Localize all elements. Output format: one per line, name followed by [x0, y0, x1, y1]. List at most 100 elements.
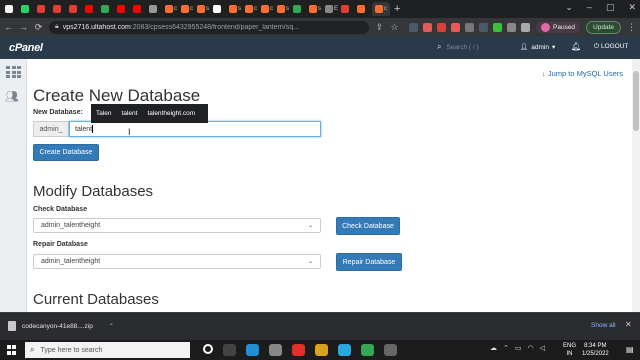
chevron-up-icon[interactable]: ⌃	[109, 323, 114, 330]
browser-tab[interactable]	[20, 2, 35, 16]
caret-down-icon: ▾	[551, 44, 556, 51]
app-icon[interactable]	[338, 344, 351, 356]
task-view-icon[interactable]	[223, 344, 236, 356]
browser-tab[interactable]	[68, 2, 83, 16]
update-button[interactable]: Update	[586, 20, 622, 34]
tab-favicon-icon	[37, 5, 45, 13]
browser-tab[interactable]	[100, 2, 115, 16]
edge-icon[interactable]	[246, 344, 259, 356]
windows-start-icon[interactable]	[7, 345, 17, 355]
browser-tab[interactable]: c	[164, 2, 179, 16]
new-database-input[interactable]: talent	[69, 121, 321, 137]
browser-tab[interactable]: s	[196, 2, 211, 16]
system-tray: ☁ ⌃ ▭ ◠ ◁	[490, 344, 545, 352]
new-tab-button[interactable]: +	[394, 3, 400, 15]
repair-database-select[interactable]: admin_talentheight ⌄	[33, 254, 321, 269]
browser-tab[interactable]	[356, 2, 371, 16]
download-item[interactable]: codecanyon-41e88....zip ⌃	[8, 321, 114, 331]
forward-icon[interactable]: →	[19, 22, 28, 32]
extension-icon[interactable]	[423, 22, 432, 32]
chrome-icon[interactable]	[361, 344, 374, 356]
extension-icon[interactable]	[507, 22, 516, 32]
extension-icon[interactable]	[409, 22, 418, 32]
text-cursor-icon: I	[128, 127, 131, 137]
extension-icon[interactable]	[493, 22, 502, 32]
browser-tab[interactable]: s	[228, 2, 243, 16]
browser-tab[interactable]: s	[308, 2, 323, 16]
browser-tab[interactable]: s	[276, 2, 291, 16]
close-icon[interactable]: ✕	[625, 320, 632, 329]
sidebar: 👥︎	[0, 59, 27, 312]
browser-tab[interactable]	[36, 2, 51, 16]
browser-tab[interactable]	[148, 2, 163, 16]
autocomplete-item[interactable]: Talen	[96, 110, 112, 117]
notification-icon[interactable]: ▤	[626, 345, 634, 354]
share-icon[interactable]: ⇪	[375, 22, 384, 33]
browser-tab[interactable]	[84, 2, 99, 16]
page-scrollbar[interactable]	[632, 59, 640, 312]
pinterest-icon[interactable]	[437, 22, 446, 32]
reload-icon[interactable]: ⟳	[34, 22, 43, 33]
browser-tab[interactable]	[52, 2, 67, 16]
taskbar: ⌕ Type here to search ☁ ⌃ ▭ ◠ ◁ ENG IN 8:…	[0, 340, 640, 360]
search-icon: ⌕	[437, 42, 442, 51]
show-all-link[interactable]: Show all	[591, 322, 616, 329]
taskbar-search[interactable]: ⌕ Type here to search	[25, 342, 190, 358]
opera-icon[interactable]	[292, 344, 305, 356]
extension-icon[interactable]	[451, 22, 460, 32]
bell-icon[interactable]: 🔔︎	[571, 42, 581, 51]
browser-tab[interactable]	[4, 2, 19, 16]
tab-favicon-icon	[341, 5, 350, 13]
language-indicator[interactable]: ENG IN	[563, 342, 576, 358]
profile-button[interactable]: Paused	[536, 21, 581, 33]
tab-favicon-icon	[245, 5, 253, 13]
extension-icon[interactable]	[465, 22, 474, 32]
app-icon[interactable]	[384, 344, 397, 356]
minimize-icon[interactable]: –	[587, 2, 592, 13]
star-icon[interactable]: ☆	[390, 22, 399, 33]
browser-tab[interactable]	[340, 2, 355, 16]
clock[interactable]: 8:34 PM 1/25/2022	[582, 342, 609, 358]
check-database-button[interactable]: Check Database	[336, 217, 400, 235]
user-icon: 👤︎	[520, 44, 529, 51]
browser-tab[interactable]: c	[260, 2, 275, 16]
close-icon[interactable]: ✕	[628, 2, 636, 13]
url-field[interactable]: 🔒︎ vps2716.ultahost.com:2083/cpsess64329…	[49, 20, 369, 34]
autocomplete-item[interactable]: talent	[122, 110, 138, 117]
browser-tab[interactable]: c	[244, 2, 259, 16]
user-menu[interactable]: 👤︎ admin ▾	[520, 43, 556, 52]
browser-tab[interactable]: E	[324, 2, 339, 16]
volume-icon[interactable]: ◁	[540, 344, 545, 352]
repair-database-button[interactable]: Repair Database	[336, 253, 402, 271]
maximize-icon[interactable]: ▢	[606, 2, 615, 13]
check-database-select[interactable]: admin_talentheight ⌄	[33, 218, 321, 233]
users-icon[interactable]: 👥︎	[5, 90, 19, 103]
menu-icon[interactable]: ⋮	[627, 22, 636, 33]
browser-tab[interactable]	[132, 2, 147, 16]
browser-tab[interactable]: c	[180, 2, 195, 16]
tab-favicon-icon	[101, 5, 109, 13]
browser-tab[interactable]: c	[372, 2, 391, 16]
chevron-up-icon[interactable]: ⌃	[503, 344, 509, 352]
battery-icon[interactable]: ▭	[515, 344, 522, 352]
scrollbar-thumb[interactable]	[633, 71, 639, 131]
jump-to-mysql-users-link[interactable]: ↓ Jump to MySQL Users	[542, 69, 623, 78]
puzzle-icon[interactable]	[521, 22, 530, 32]
browser-tab[interactable]	[116, 2, 131, 16]
grid-icon[interactable]	[6, 66, 21, 78]
file-explorer-icon[interactable]	[315, 344, 328, 356]
create-database-button[interactable]: Create Database	[33, 144, 99, 161]
header-search[interactable]: ⌕ Search ( / )	[437, 42, 479, 52]
autocomplete-item[interactable]: talentheight.com	[147, 110, 195, 117]
browser-tab[interactable]	[292, 2, 307, 16]
wifi-icon[interactable]: ◠	[528, 344, 534, 352]
browser-tab[interactable]	[212, 2, 227, 16]
chrome-icon[interactable]	[269, 344, 282, 356]
chevron-down-icon[interactable]: ⌄	[565, 2, 573, 13]
extension-icon[interactable]	[479, 22, 488, 32]
cpanel-logo[interactable]: cPanel	[9, 42, 43, 54]
task-view-icon[interactable]	[203, 344, 213, 354]
logout-button[interactable]: ⏻ LOGOUT	[594, 43, 628, 51]
back-icon[interactable]: ←	[4, 22, 13, 32]
cloud-icon[interactable]: ☁	[490, 344, 497, 352]
